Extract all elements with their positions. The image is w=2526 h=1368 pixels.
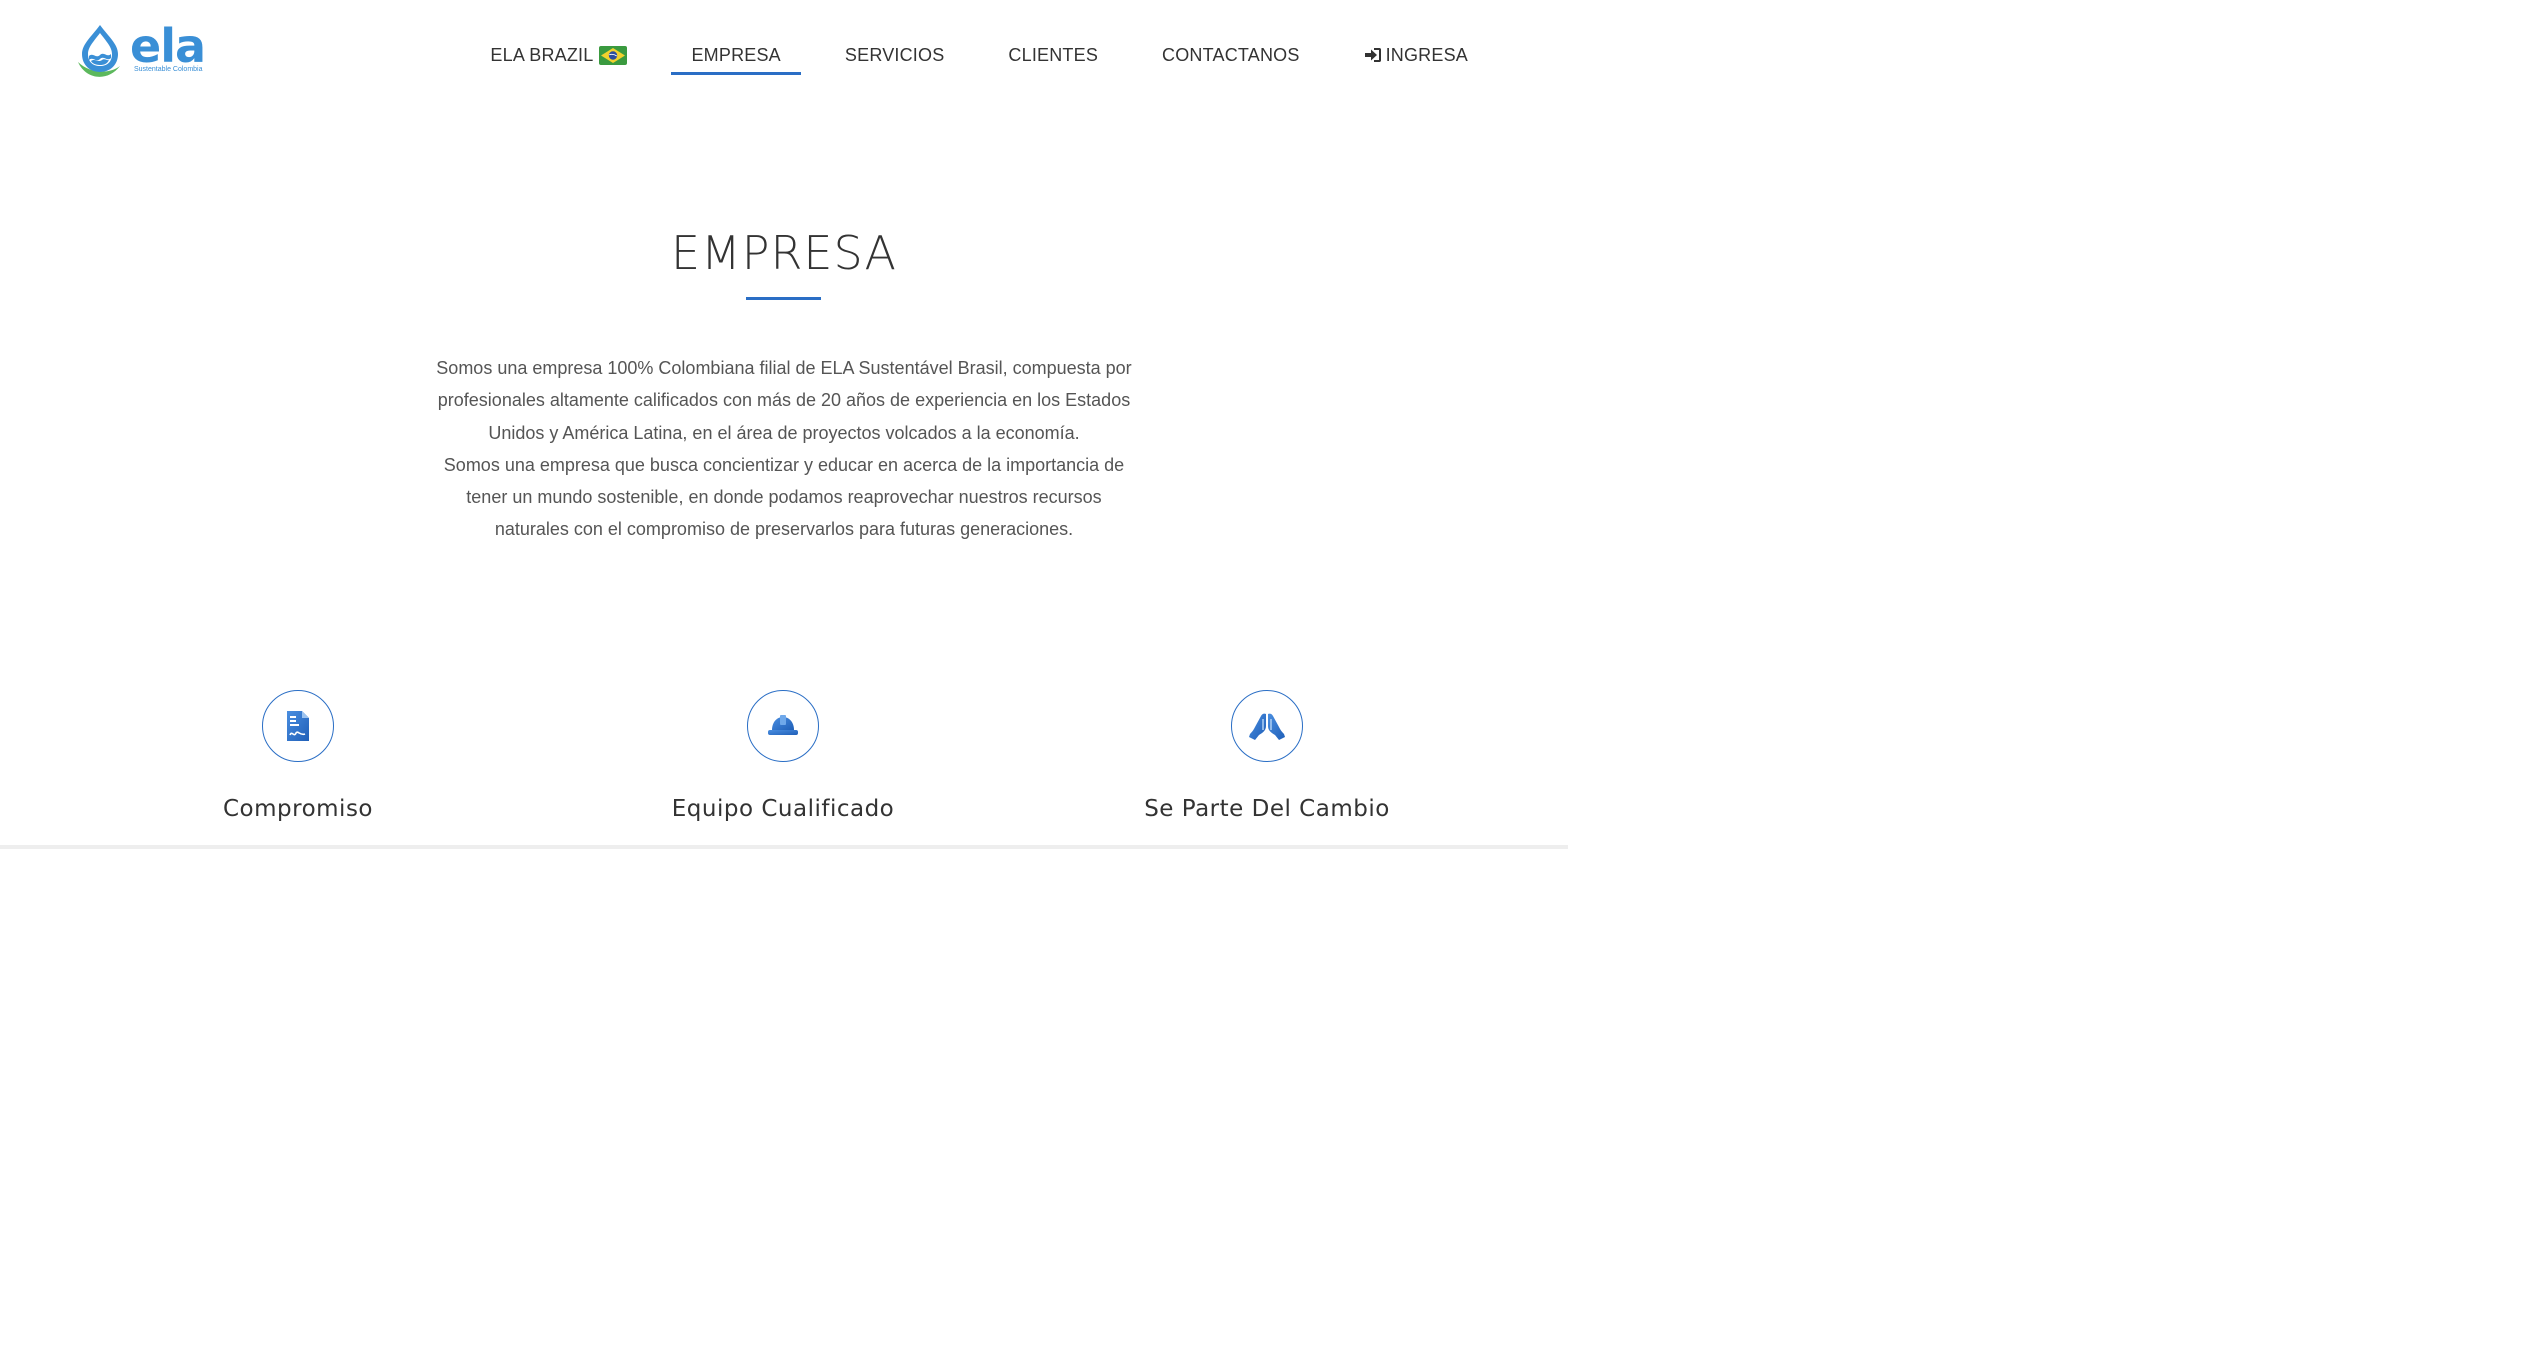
sign-in-icon [1364, 47, 1382, 63]
nav-item-clientes[interactable]: CLIENTES [1008, 40, 1098, 70]
nav-item-label: EMPRESA [691, 44, 781, 65]
water-drop-logo-icon [78, 25, 120, 77]
logo[interactable]: ela Sustentable Colombia [74, 22, 216, 82]
feature-equipo-cualificado: Equipo Cualificado [633, 690, 933, 822]
nav-item-ingresa[interactable]: INGRESA [1364, 40, 1468, 70]
nav-item-label: CONTACTANOS [1162, 44, 1300, 65]
brazil-flag-icon [599, 45, 628, 65]
feature-title: Equipo Cualificado [671, 796, 895, 822]
site-header: ela Sustentable Colombia ELA BRAZIL EMPR… [0, 0, 1568, 110]
nav-item-label: ELA BRAZIL [490, 44, 594, 65]
feature-title: Se Parte Del Cambio [1144, 796, 1390, 822]
nav-item-label: SERVICIOS [844, 44, 945, 65]
intro-text: Somos una empresa 100% Colombiana filial… [434, 352, 1134, 546]
feature-title: Compromiso [222, 796, 373, 822]
intro-paragraph: Somos una empresa que busca concientizar… [443, 454, 1125, 540]
feature-compromiso: Compromiso [148, 690, 448, 822]
contract-document-icon [262, 690, 334, 762]
main-nav: ELA BRAZIL EMPRESA SERVICIOS CLIENTES CO… [490, 40, 1468, 75]
nav-item-label: INGRESA [1385, 44, 1468, 65]
nav-item-ela-brazil[interactable]: ELA BRAZIL [490, 40, 628, 70]
nav-item-empresa[interactable]: EMPRESA [671, 40, 802, 75]
section-divider [0, 845, 1568, 849]
feature-se-parte-del-cambio: Se Parte Del Cambio [1117, 690, 1417, 822]
logo-tagline: Sustentable Colombia [134, 66, 203, 73]
praying-hands-icon [1231, 690, 1303, 762]
page-title: EMPRESA [670, 226, 898, 280]
intro-paragraph: Somos una empresa 100% Colombiana filial… [436, 358, 1132, 443]
title-divider [746, 297, 821, 300]
nav-item-label: CLIENTES [1008, 44, 1099, 65]
features-section: Compromiso Equipo Cualificado Se Parte D… [0, 690, 1568, 840]
logo-wordmark: ela [130, 19, 206, 73]
nav-item-contactanos[interactable]: CONTACTANOS [1162, 40, 1300, 70]
nav-item-servicios[interactable]: SERVICIOS [845, 40, 945, 70]
page: ela Sustentable Colombia ELA BRAZIL EMPR… [0, 0, 1568, 849]
hard-hat-icon [747, 690, 819, 762]
